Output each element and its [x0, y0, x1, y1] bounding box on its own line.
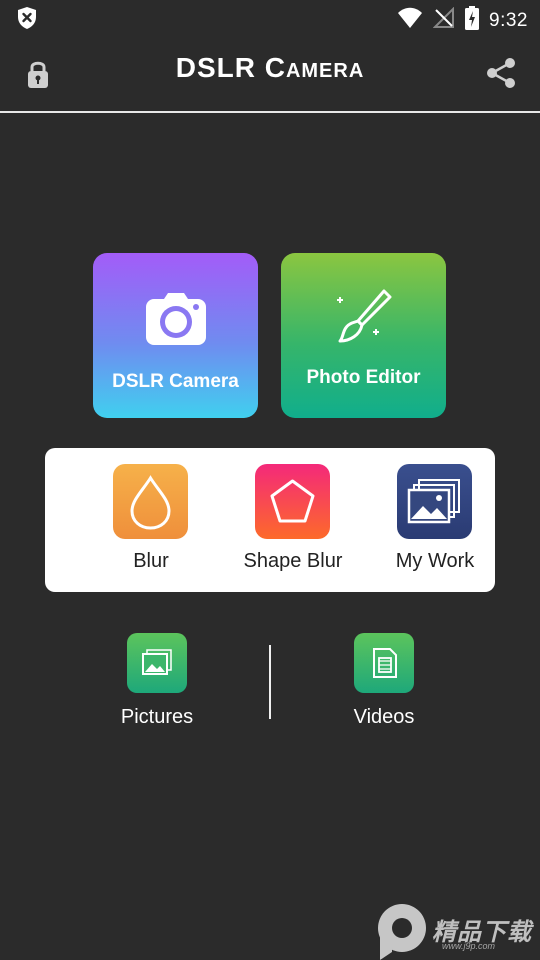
shape-blur-label: Shape Blur	[243, 550, 343, 572]
page-title: DSLR Camera	[175, 52, 365, 83]
no-signal-icon	[432, 6, 455, 34]
share-icon[interactable]	[484, 56, 518, 90]
dslr-camera-label: DSLR Camera	[112, 371, 239, 392]
drop-icon	[113, 464, 188, 539]
bottom-divider	[269, 645, 271, 719]
dslr-camera-tile[interactable]: DSLR Camera	[93, 253, 258, 418]
video-file-icon	[354, 633, 414, 693]
videos-button[interactable]: Videos	[304, 633, 464, 733]
watermark-url: www.j9p.com	[442, 941, 496, 951]
blur-label: Blur	[133, 550, 169, 572]
status-icons: 9:32	[397, 6, 528, 35]
camera-icon	[144, 293, 208, 349]
tools-card: Blur Shape Blur My Work	[45, 448, 495, 592]
status-bar: 9:32	[0, 0, 540, 36]
watermark-logo-icon	[378, 904, 426, 960]
shape-blur-button[interactable]: Shape Blur	[233, 464, 353, 584]
status-time: 9:32	[489, 9, 528, 31]
gallery-icon	[397, 464, 472, 539]
my-work-button[interactable]: My Work	[375, 464, 495, 584]
app-bar: DSLR Camera	[0, 40, 540, 110]
my-work-label: My Work	[395, 550, 475, 572]
photo-editor-label: Photo Editor	[306, 367, 421, 388]
pictures-icon	[127, 633, 187, 693]
shield-x-icon	[16, 6, 38, 30]
pictures-button[interactable]: Pictures	[77, 633, 237, 733]
battery-charging-icon	[465, 6, 480, 35]
photo-editor-tile[interactable]: Photo Editor	[281, 253, 446, 418]
pictures-label: Pictures	[120, 706, 194, 728]
pentagon-icon	[255, 464, 330, 539]
header-divider	[0, 111, 540, 113]
videos-label: Videos	[353, 706, 415, 728]
brush-icon	[332, 287, 396, 351]
watermark: 精品下载 www.j9p.com	[372, 900, 540, 960]
wifi-icon	[397, 7, 423, 34]
screen: 9:32 DSLR Camera DSLR Camera Photo Edito…	[0, 0, 540, 960]
blur-button[interactable]: Blur	[91, 464, 211, 584]
